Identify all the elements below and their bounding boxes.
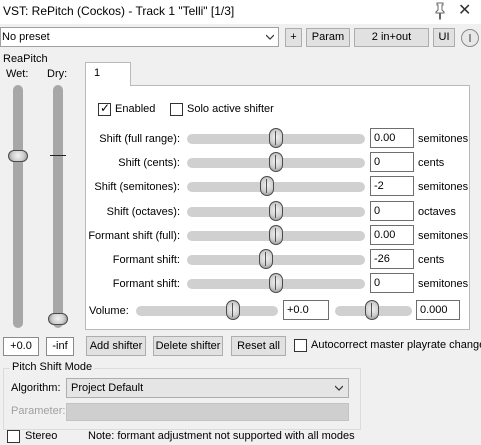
dry-fader-thumb[interactable] <box>48 313 68 325</box>
row-label: Shift (full range): <box>99 133 180 145</box>
formant-cents-value[interactable]: -26 <box>370 249 414 269</box>
parameter-label: Parameter: <box>11 405 66 417</box>
wet-fader-thumb[interactable] <box>8 150 28 162</box>
close-icon[interactable]: ✕ <box>458 3 474 19</box>
chevron-down-icon <box>335 385 343 391</box>
param-button[interactable]: Param <box>306 28 350 47</box>
row-label: Formant shift: <box>112 254 180 266</box>
unit-label: cents <box>418 157 445 169</box>
unit-label: octaves <box>418 206 456 218</box>
algorithm-dropdown[interactable]: Project Default <box>66 378 349 398</box>
tab-shifter-1[interactable]: 1 <box>85 62 131 86</box>
volume-value[interactable]: +0.0 <box>283 300 329 320</box>
chevron-down-icon <box>266 34 274 40</box>
solo-checkbox[interactable] <box>170 103 183 116</box>
window-title: VST: RePitch (Cockos) - Track 1 "Telli" … <box>3 4 235 18</box>
reset-all-button[interactable]: Reset all <box>231 336 286 356</box>
dry-value-field[interactable]: -inf <box>46 337 74 356</box>
stereo-checkbox[interactable] <box>7 430 20 443</box>
formant-full-value[interactable]: 0.00 <box>370 225 414 245</box>
ui-button[interactable]: UI <box>433 28 455 47</box>
title-bar: VST: RePitch (Cockos) - Track 1 "Telli" … <box>0 0 481 24</box>
solo-label: Solo active shifter <box>187 103 274 115</box>
algorithm-value: Project Default <box>71 382 144 394</box>
volume-slider-thumb[interactable] <box>226 300 240 320</box>
shift-octaves-slider-thumb[interactable] <box>269 201 283 221</box>
add-shifter-button[interactable]: Add shifter <box>86 336 146 356</box>
volume-slider-track[interactable] <box>136 306 278 316</box>
mode-note: Note: formant adjustment not supported w… <box>88 430 355 442</box>
plugin-name: ReaPitch <box>3 53 48 65</box>
shift-semitones-slider-track[interactable] <box>187 182 365 192</box>
dry-label: Dry: <box>47 68 68 80</box>
shift-semitones-value[interactable]: -2 <box>370 176 414 196</box>
row-label: Shift (cents): <box>118 157 180 169</box>
tab-label: 1 <box>94 67 101 79</box>
algorithm-label: Algorithm: <box>11 382 61 394</box>
dry-fader-track[interactable] <box>53 85 63 328</box>
row-label: Shift (octaves): <box>106 206 180 218</box>
delete-shifter-button[interactable]: Delete shifter <box>153 336 223 356</box>
unit-label: semitones <box>418 181 469 193</box>
formant-semitones-slider-thumb[interactable] <box>269 273 283 293</box>
enabled-label: Enabled <box>115 103 156 115</box>
info-icon <box>469 34 471 42</box>
formant-full-slider-thumb[interactable] <box>269 225 283 245</box>
row-label: Formant shift: <box>112 278 180 290</box>
autocorrect-checkbox[interactable] <box>294 339 307 352</box>
wet-value-field[interactable]: +0.0 <box>3 337 39 356</box>
dry-fader-marker <box>50 155 66 156</box>
unit-label: cents <box>418 254 445 266</box>
formant-cents-slider-thumb[interactable] <box>259 249 273 269</box>
wet-label: Wet: <box>6 68 29 80</box>
shift-cents-value[interactable]: 0 <box>370 152 414 172</box>
formant-cents-slider-track[interactable] <box>187 255 365 265</box>
unit-label: semitones <box>418 278 469 290</box>
preset-dropdown[interactable]: No preset <box>0 27 279 47</box>
enabled-checkbox[interactable] <box>98 101 111 116</box>
volume-label: Volume: <box>89 305 129 317</box>
io-button[interactable]: 2 in+out <box>354 28 429 47</box>
parameter-field <box>66 403 349 421</box>
group-title: Pitch Shift Mode <box>10 361 95 373</box>
formant-semitones-value[interactable]: 0 <box>370 273 414 293</box>
shift-full-slider-thumb[interactable] <box>269 128 283 148</box>
autocorrect-label: Autocorrect master playrate changes <box>311 339 481 351</box>
pan-value[interactable]: 0.000 <box>416 300 460 320</box>
preset-value: No preset <box>2 31 50 43</box>
row-label: Formant shift (full): <box>88 230 180 242</box>
stereo-label: Stereo <box>25 430 58 442</box>
shift-cents-slider-thumb[interactable] <box>269 152 283 172</box>
shift-full-value[interactable]: 0.00 <box>370 128 414 148</box>
unit-label: semitones <box>418 133 469 145</box>
shift-semitones-slider-thumb[interactable] <box>260 176 274 196</box>
add-preset-button[interactable]: + <box>285 28 302 47</box>
unit-label: semitones <box>418 230 469 242</box>
help-button[interactable] <box>461 29 479 47</box>
pan-slider-thumb[interactable] <box>365 300 379 320</box>
wet-fader-track[interactable] <box>13 85 23 328</box>
row-label: Shift (semitones): <box>94 181 180 193</box>
pin-icon[interactable] <box>432 2 448 20</box>
shift-octaves-value[interactable]: 0 <box>370 201 414 221</box>
